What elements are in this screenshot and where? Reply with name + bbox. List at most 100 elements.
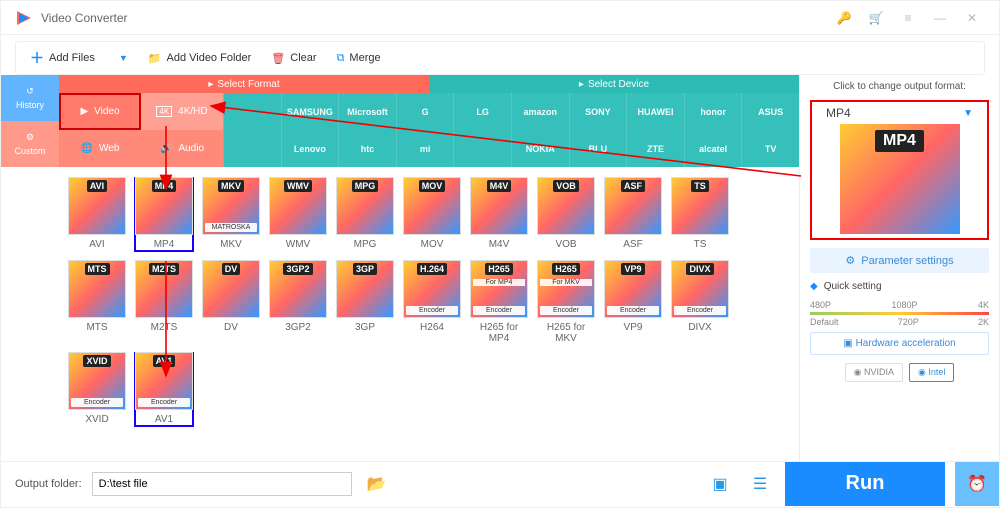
list-icon: ☰	[753, 474, 767, 494]
device-brand[interactable]: SAMSUNG	[281, 93, 339, 130]
category-4k-hd[interactable]: 4K4K/HD	[141, 93, 223, 130]
format-label: MKV	[220, 239, 242, 250]
output-format-preview[interactable]: MP4▼ MP4	[810, 100, 989, 240]
device-brand[interactable]: BLU	[569, 130, 627, 167]
format-mp4[interactable]: MP4MP4	[134, 177, 194, 252]
device-brand[interactable]: ASUS	[741, 93, 799, 130]
category-video[interactable]: ▶Video	[59, 93, 141, 130]
format-mpg[interactable]: MPGMPG	[335, 177, 395, 252]
add-folder-button[interactable]: 📁Add Video Folder	[148, 52, 252, 65]
run-button[interactable]: Run	[785, 462, 945, 506]
cart-icon[interactable]: 🛒	[863, 5, 889, 31]
format-vp9[interactable]: VP9EncoderVP9	[603, 260, 663, 344]
toolbar: ＋Add Files▼ 📁Add Video Folder 🗑Clear ⧉Me…	[15, 41, 985, 75]
clear-button[interactable]: 🗑Clear	[271, 52, 316, 65]
device-grid: SAMSUNGMicrosoftGLGamazonSONYHUAWEIhonor…	[223, 93, 799, 167]
device-brand[interactable]: TV	[741, 130, 799, 167]
gpu-nvidia[interactable]: ◉ NVIDIA	[845, 363, 903, 382]
open-folder-button[interactable]: ▣	[705, 471, 735, 497]
tab-select-format[interactable]: ▸Select Format	[59, 75, 429, 93]
gear-icon: ⚙	[26, 132, 34, 143]
format-mkv[interactable]: MKVMATROSKAMKV	[201, 177, 261, 252]
format-thumb: H265For MKVEncoder	[537, 260, 595, 318]
format-divx[interactable]: DIVXEncoderDIVX	[670, 260, 730, 344]
device-brand[interactable]: SONY	[569, 93, 627, 130]
nvidia-icon: ◉	[854, 367, 862, 377]
schedule-button[interactable]: ⏰	[955, 462, 999, 506]
format-grid: AVIAVIMP4MP4MKVMATROSKAMKVWMVWMVMPGMPGMO…	[59, 167, 799, 461]
format-thumb: ASF	[604, 177, 662, 235]
device-brand[interactable]: ZTE	[626, 130, 684, 167]
device-brand[interactable]: mi	[396, 130, 454, 167]
format-h265-for-mkv[interactable]: H265For MKVEncoder H265 for MKV	[536, 260, 596, 344]
format-thumb: MPG	[336, 177, 394, 235]
device-brand[interactable]: G	[396, 93, 454, 130]
device-brand[interactable]	[223, 130, 281, 167]
device-brand[interactable]: HUAWEI	[626, 93, 684, 130]
format-av1[interactable]: AV1EncoderAV1	[134, 352, 194, 427]
format-label: WMV	[286, 239, 310, 250]
format-thumb: 3GP2	[269, 260, 327, 318]
device-brand[interactable]	[453, 130, 511, 167]
format-thumb: AV1Encoder	[135, 352, 193, 410]
format-vob[interactable]: VOBVOB	[536, 177, 596, 252]
device-brand[interactable]: htc	[338, 130, 396, 167]
merge-button[interactable]: ⧉Merge	[337, 52, 381, 65]
close-icon[interactable]: ✕	[959, 5, 985, 31]
format-thumb: AVI	[68, 177, 126, 235]
device-brand[interactable]	[223, 93, 281, 130]
minimize-icon[interactable]: —	[927, 5, 953, 31]
device-brand[interactable]: alcatel	[684, 130, 742, 167]
format-m2ts[interactable]: M2TSM2TS	[134, 260, 194, 344]
parameter-settings-button[interactable]: ⚙Parameter settings	[810, 248, 989, 273]
format-wmv[interactable]: WMVWMV	[268, 177, 328, 252]
chevron-down-icon: ▼	[119, 53, 128, 63]
folder-icon: 📁	[148, 52, 162, 65]
key-icon[interactable]: 🔑	[831, 5, 857, 31]
device-brand[interactable]: LG	[453, 93, 511, 130]
format-mov[interactable]: MOVMOV	[402, 177, 462, 252]
hw-accel-button[interactable]: ▣ Hardware acceleration	[810, 332, 989, 355]
output-folder-label: Output folder:	[15, 478, 82, 490]
output-hint: Click to change output format:	[810, 81, 989, 92]
format-label: H264	[420, 322, 444, 333]
caret-right-icon: ▸	[579, 79, 584, 90]
format-m4v[interactable]: M4VM4V	[469, 177, 529, 252]
format-3gp[interactable]: 3GP3GP	[335, 260, 395, 344]
format-mts[interactable]: MTSMTS	[67, 260, 127, 344]
device-brand[interactable]: Microsoft	[338, 93, 396, 130]
speaker-icon: 🔊	[160, 143, 172, 154]
hd-icon: 4K	[156, 106, 172, 117]
device-brand[interactable]: Lenovo	[281, 130, 339, 167]
format-dv[interactable]: DVDV	[201, 260, 261, 344]
format-asf[interactable]: ASFASF	[603, 177, 663, 252]
plus-icon: ＋	[30, 48, 44, 68]
output-format-label: MP4	[826, 106, 851, 120]
device-brand[interactable]: amazon	[511, 93, 569, 130]
quick-setting-slider[interactable]: 480P1080P4K Default720P2K	[810, 300, 989, 324]
menu-icon[interactable]: ≡	[895, 5, 921, 31]
list-button[interactable]: ☰	[745, 471, 775, 497]
format-xvid[interactable]: XVIDEncoderXVID	[67, 352, 127, 427]
format-avi[interactable]: AVIAVI	[67, 177, 127, 252]
format-label: MOV	[421, 239, 444, 250]
custom-button[interactable]: ⚙Custom	[1, 121, 59, 167]
device-brand[interactable]: NOKIA	[511, 130, 569, 167]
format-ts[interactable]: TSTS	[670, 177, 730, 252]
format-h264[interactable]: H.264EncoderH264	[402, 260, 462, 344]
gpu-intel[interactable]: ◉ Intel	[909, 363, 954, 382]
device-brand[interactable]: honor	[684, 93, 742, 130]
format-h265-for-mp4[interactable]: H265For MP4EncoderH265 for MP4	[469, 260, 529, 344]
add-files-button[interactable]: ＋Add Files▼	[30, 48, 128, 68]
output-folder-input[interactable]	[92, 472, 352, 496]
browse-folder-button[interactable]: 📂	[362, 471, 392, 497]
category-web[interactable]: 🌐Web	[59, 130, 141, 167]
format-label: H265 for MP4	[469, 322, 529, 344]
bottom-bar: Output folder: 📂 ▣ ☰ Run ⏰	[1, 461, 999, 505]
history-button[interactable]: ↺History	[1, 75, 59, 121]
format-thumb: VP9Encoder	[604, 260, 662, 318]
format-3gp2[interactable]: 3GP23GP2	[268, 260, 328, 344]
category-audio[interactable]: 🔊Audio	[141, 130, 223, 167]
format-label: H265 for MKV	[536, 322, 596, 344]
tab-select-device[interactable]: ▸Select Device	[429, 75, 799, 93]
